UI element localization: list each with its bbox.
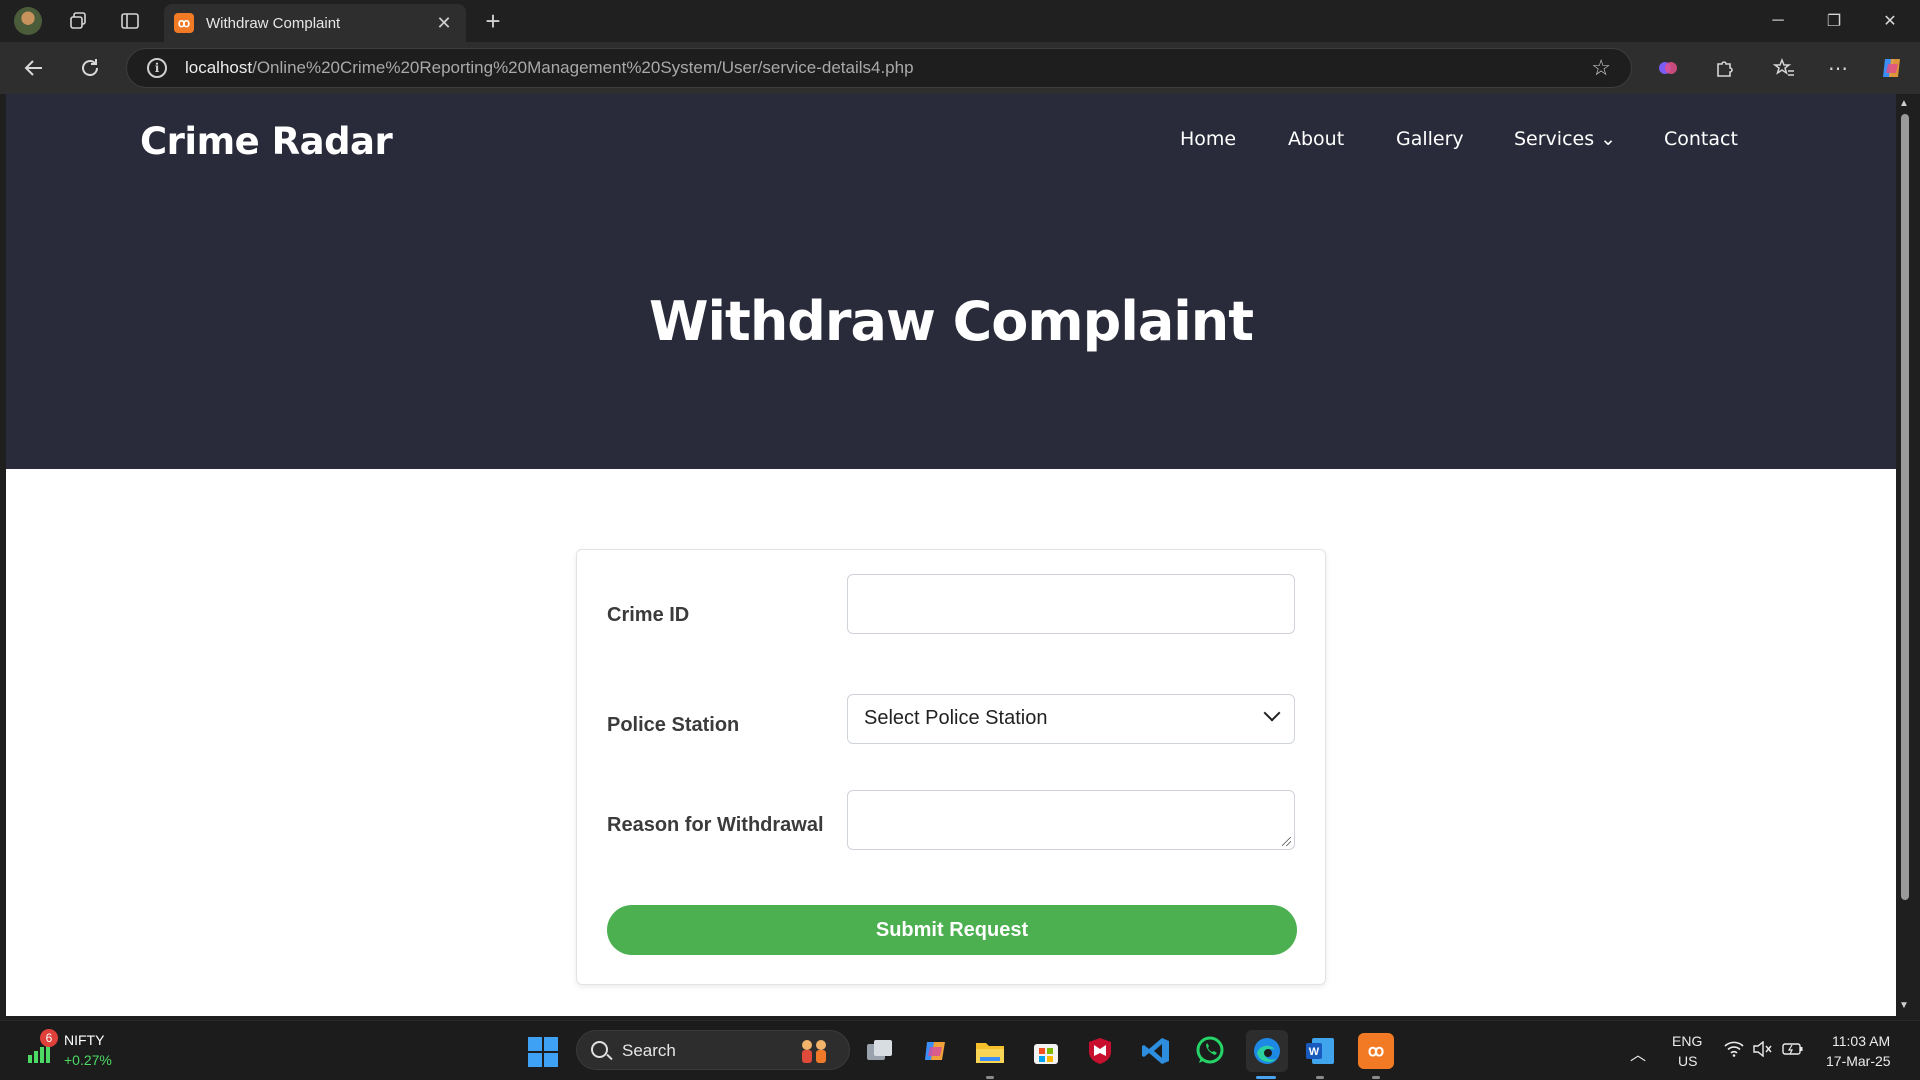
scroll-thumb[interactable] xyxy=(1901,114,1909,900)
whatsapp-icon[interactable] xyxy=(1192,1033,1228,1069)
scroll-down-icon[interactable]: ▼ xyxy=(1899,1000,1909,1011)
submit-request-button[interactable]: Submit Request xyxy=(607,905,1297,955)
taskbar-search-box[interactable]: Search xyxy=(576,1030,850,1070)
clock-date[interactable]: 17-Mar-25 xyxy=(1826,1053,1891,1069)
nav-home[interactable]: Home xyxy=(1180,128,1236,150)
mcafee-icon[interactable] xyxy=(1082,1033,1118,1069)
window-close-button[interactable]: ✕ xyxy=(1862,0,1918,42)
explorer-running-indicator xyxy=(986,1076,994,1079)
windows-taskbar: 6 NIFTY +0.27% Search W ꝏ ︿ ENG US 11:03… xyxy=(0,1020,1920,1080)
search-highlight-icon xyxy=(802,1040,826,1063)
reason-textarea[interactable] xyxy=(847,790,1295,850)
copilot-app-icon[interactable] xyxy=(918,1033,954,1069)
vscode-icon[interactable] xyxy=(1138,1033,1174,1069)
xampp-icon[interactable]: ꝏ xyxy=(1358,1033,1394,1069)
workspaces-icon[interactable] xyxy=(50,0,106,42)
file-explorer-icon[interactable] xyxy=(972,1033,1008,1069)
active-tab[interactable]: ꝏ Withdraw Complaint ✕ xyxy=(164,4,466,42)
edge-browser-icon[interactable] xyxy=(1246,1030,1288,1072)
crime-id-input[interactable] xyxy=(847,574,1295,634)
nav-services[interactable]: Services ⌄ xyxy=(1514,128,1616,150)
url-text: localhost/Online%20Crime%20Reporting%20M… xyxy=(185,58,914,77)
police-station-label: Police Station xyxy=(607,714,740,736)
more-menu-icon[interactable]: ⋯ xyxy=(1820,50,1856,86)
clock-time[interactable]: 11:03 AM xyxy=(1832,1033,1890,1049)
withdraw-form-card: Crime ID Police Station Select Police St… xyxy=(576,549,1326,985)
browser-toolbar: i localhost/Online%20Crime%20Reporting%2… xyxy=(0,42,1920,94)
copilot-vision-icon[interactable] xyxy=(1650,50,1686,86)
avatar xyxy=(14,7,42,35)
back-arrow-icon[interactable] xyxy=(16,50,52,86)
vertical-tabs-icon[interactable] xyxy=(102,0,158,42)
edge-running-indicator xyxy=(1256,1076,1276,1079)
nifty-label[interactable]: NIFTY xyxy=(64,1032,104,1048)
nav-about[interactable]: About xyxy=(1288,128,1344,150)
address-bar[interactable]: i localhost/Online%20Crime%20Reporting%2… xyxy=(126,48,1632,88)
wifi-icon[interactable] xyxy=(1724,1041,1744,1060)
new-tab-button[interactable]: + xyxy=(478,6,508,36)
site-info-icon[interactable]: i xyxy=(147,58,167,78)
site-logo[interactable]: Crime Radar xyxy=(140,120,393,163)
crime-id-label: Crime ID xyxy=(607,604,690,626)
language-bottom[interactable]: US xyxy=(1678,1053,1697,1069)
nav-contact[interactable]: Contact xyxy=(1664,128,1738,150)
word-icon[interactable]: W xyxy=(1302,1033,1338,1069)
notification-badge: 6 xyxy=(40,1029,58,1047)
favorites-icon[interactable] xyxy=(1766,50,1802,86)
search-icon xyxy=(591,1041,608,1058)
page-viewport: Crime Radar Home About Gallery Services … xyxy=(6,94,1896,1016)
police-station-select[interactable]: Select Police Station xyxy=(847,694,1295,744)
battery-icon[interactable] xyxy=(1782,1041,1804,1060)
microsoft-store-icon[interactable] xyxy=(1028,1033,1064,1069)
browser-tab-bar: ꝏ Withdraw Complaint ✕ + ─ ❐ ✕ xyxy=(0,0,1920,42)
hero-header: Crime Radar Home About Gallery Services … xyxy=(6,94,1896,469)
copilot-icon[interactable] xyxy=(1874,50,1910,86)
reload-icon[interactable] xyxy=(72,50,108,86)
windows-start-icon[interactable] xyxy=(528,1037,558,1067)
reason-label: Reason for Withdrawal xyxy=(607,814,824,836)
word-running-indicator xyxy=(1316,1076,1324,1079)
scroll-up-icon[interactable]: ▲ xyxy=(1899,98,1909,109)
restore-button[interactable]: ❐ xyxy=(1806,0,1862,42)
xampp-favicon-icon: ꝏ xyxy=(174,13,194,33)
chevron-down-icon xyxy=(1263,704,1281,722)
task-view-icon[interactable] xyxy=(862,1033,898,1069)
language-top[interactable]: ENG xyxy=(1672,1033,1702,1049)
nav-gallery[interactable]: Gallery xyxy=(1396,128,1464,150)
resize-handle-icon[interactable] xyxy=(1282,837,1291,846)
tab-title: Withdraw Complaint xyxy=(206,14,341,32)
page-scrollbar[interactable]: ▲ ▼ xyxy=(1896,94,1914,1016)
show-hidden-icons-chevron-icon[interactable]: ︿ xyxy=(1630,1041,1646,1065)
page-title: Withdraw Complaint xyxy=(648,290,1254,353)
nifty-change[interactable]: +0.27% xyxy=(64,1052,112,1068)
xampp-running-indicator xyxy=(1372,1076,1380,1079)
minimize-button[interactable]: ─ xyxy=(1750,0,1806,42)
police-station-selected: Select Police Station xyxy=(864,707,1048,729)
search-label: Search xyxy=(622,1041,676,1060)
svg-text:W: W xyxy=(1309,1046,1320,1058)
favorite-star-icon[interactable]: ☆ xyxy=(1591,55,1611,81)
volume-muted-icon[interactable] xyxy=(1752,1040,1772,1060)
extensions-puzzle-icon[interactable] xyxy=(1706,50,1742,86)
tab-close-icon[interactable]: ✕ xyxy=(432,13,456,34)
profile-avatar-button[interactable] xyxy=(0,0,56,42)
